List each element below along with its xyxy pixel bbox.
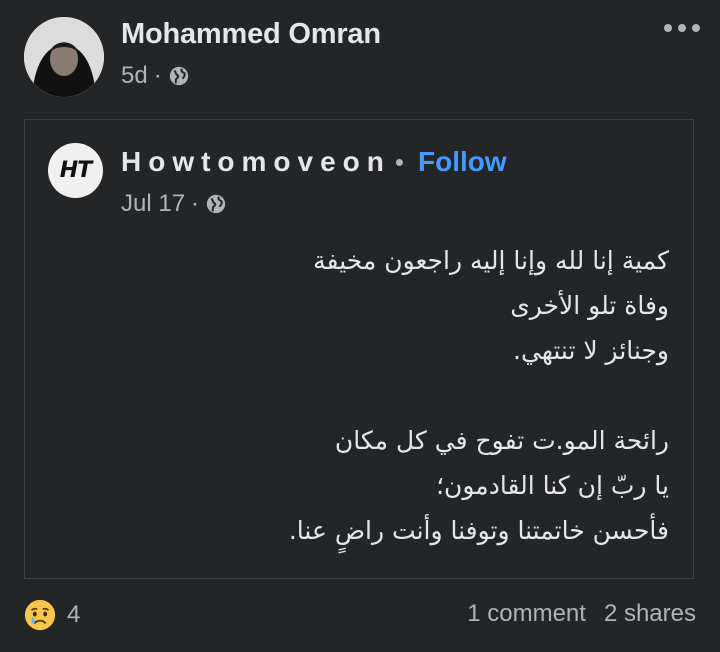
header-separator: •: [394, 146, 404, 177]
post-text-line: وجنائز لا تنتهي.: [513, 336, 669, 365]
shares-count-link[interactable]: 2 shares: [604, 600, 696, 628]
sad-face-icon: [24, 599, 56, 631]
post-text-line: فأحسن خاتمتنا وتوفنا وأنت راضٍ عنا.: [288, 516, 669, 545]
shared-post-card[interactable]: HT Howtomoveon • Follow Jul 17 · كمية إن…: [24, 119, 694, 579]
post-text-line: يا ربّ إن كنا القادمون؛: [436, 471, 669, 500]
follow-button[interactable]: Follow: [418, 146, 507, 178]
comments-count-link[interactable]: 1 comment: [467, 600, 586, 628]
post-text-line: كمية إنا لله وإنا إليه راجعون مخيفة: [313, 246, 669, 275]
globe-icon[interactable]: [205, 193, 227, 215]
more-dot-icon: [692, 24, 700, 32]
post-text-blank-line: [69, 373, 669, 418]
meta-separator: ·: [153, 62, 162, 89]
page-header: Howtomoveon • Follow: [121, 146, 507, 178]
more-dot-icon: [678, 24, 686, 32]
shared-post-date[interactable]: Jul 17: [121, 190, 185, 218]
author-name[interactable]: Mohammed Omran: [121, 18, 381, 51]
post-meta: 5d ·: [121, 61, 190, 91]
more-options-button[interactable]: [664, 24, 700, 32]
post-text-line: وفاة تلو الأخرى: [510, 291, 669, 320]
meta-separator: ·: [191, 190, 200, 217]
engagement-counts: 1 comment 2 shares: [467, 600, 696, 628]
reaction-count: 4: [67, 601, 81, 628]
avatar-photo: [24, 17, 104, 97]
page-logo[interactable]: HT: [48, 143, 103, 198]
reaction-summary[interactable]: 4: [23, 598, 80, 632]
more-dot-icon: [664, 24, 672, 32]
page-name[interactable]: Howtomoveon: [121, 146, 391, 178]
post-text-line: رائحة المو.ت تفوح في كل مكان: [334, 426, 669, 455]
post-text: كمية إنا لله وإنا إليه راجعون مخيفة وفاة…: [69, 238, 669, 553]
author-avatar[interactable]: [24, 17, 104, 97]
post-time[interactable]: 5d: [121, 62, 148, 90]
shared-post-meta: Jul 17 ·: [121, 189, 227, 219]
globe-icon[interactable]: [168, 65, 190, 87]
